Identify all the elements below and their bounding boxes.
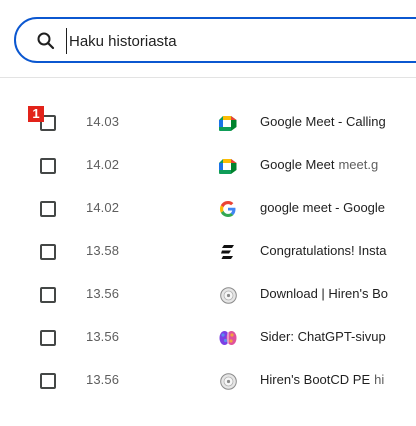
page-title-link[interactable]: Google Meet meet.g (260, 157, 378, 172)
hirens-bootcd-icon (218, 371, 238, 391)
visit-time: 13.58 (86, 243, 120, 258)
visit-time: 13.56 (86, 372, 120, 387)
google-g-icon (218, 199, 238, 219)
visit-time: 14.03 (86, 114, 120, 129)
row-checkbox[interactable] (40, 287, 56, 303)
visit-title: Hiren's BootCD PE (260, 372, 371, 387)
history-row[interactable]: 13.58 Congratulations! Insta (0, 231, 416, 274)
visit-time: 14.02 (86, 157, 120, 172)
page-title-link[interactable]: Congratulations! Insta (260, 243, 386, 258)
sider-brain-icon (218, 328, 238, 348)
annotation-badge: 1 (28, 106, 44, 122)
row-checkbox[interactable] (40, 373, 56, 389)
history-row[interactable]: 13.56 Sider: ChatGPT-sivup (0, 317, 416, 360)
page-title-link[interactable]: Google Meet - Calling (260, 114, 386, 129)
visit-domain: hi (374, 372, 385, 387)
site-logo-icon (218, 242, 238, 262)
history-row[interactable]: 13.56 Download | Hiren's Bo (0, 274, 416, 317)
visit-title: Google Meet (260, 157, 335, 172)
history-list: 14.03 Google Meet - Calling 14.02 Google… (0, 102, 416, 403)
page-title-link[interactable]: Hiren's BootCD PE hi (260, 372, 384, 387)
visit-time: 14.02 (86, 200, 120, 215)
toolbar-divider (0, 77, 416, 78)
history-toolbar (0, 0, 416, 78)
row-checkbox[interactable] (40, 330, 56, 346)
visit-title: Sider: ChatGPT-sivup (260, 329, 386, 344)
search-box[interactable] (14, 17, 416, 63)
visit-title: Download | Hiren's Bo (260, 286, 388, 301)
history-row[interactable]: 13.56 Hiren's BootCD PE hi (0, 360, 416, 403)
visit-title: Google Meet - Calling (260, 114, 386, 129)
visit-time: 13.56 (86, 286, 120, 301)
visit-domain: meet.g (338, 157, 379, 172)
google-meet-icon (218, 156, 238, 176)
history-row[interactable]: 14.03 Google Meet - Calling (0, 102, 416, 145)
visit-title: Congratulations! Insta (260, 243, 387, 258)
row-checkbox[interactable] (40, 244, 56, 260)
page-title-link[interactable]: Download | Hiren's Bo (260, 286, 388, 301)
search-input[interactable] (66, 28, 399, 54)
history-page: 1 14.03 Google Meet - Calling (0, 0, 416, 426)
row-checkbox[interactable] (40, 158, 56, 174)
visit-title: google meet - Google (260, 200, 386, 215)
row-checkbox[interactable] (40, 201, 56, 217)
visit-time: 13.56 (86, 329, 120, 344)
history-row[interactable]: 14.02 google meet - Google (0, 188, 416, 231)
history-row[interactable]: 14.02 Google Meet meet.g (0, 145, 416, 188)
page-title-link[interactable]: google meet - Google (260, 200, 385, 215)
google-meet-icon (218, 113, 238, 133)
search-icon (36, 31, 56, 51)
hirens-bootcd-icon (218, 285, 238, 305)
page-title-link[interactable]: Sider: ChatGPT-sivup (260, 329, 386, 344)
